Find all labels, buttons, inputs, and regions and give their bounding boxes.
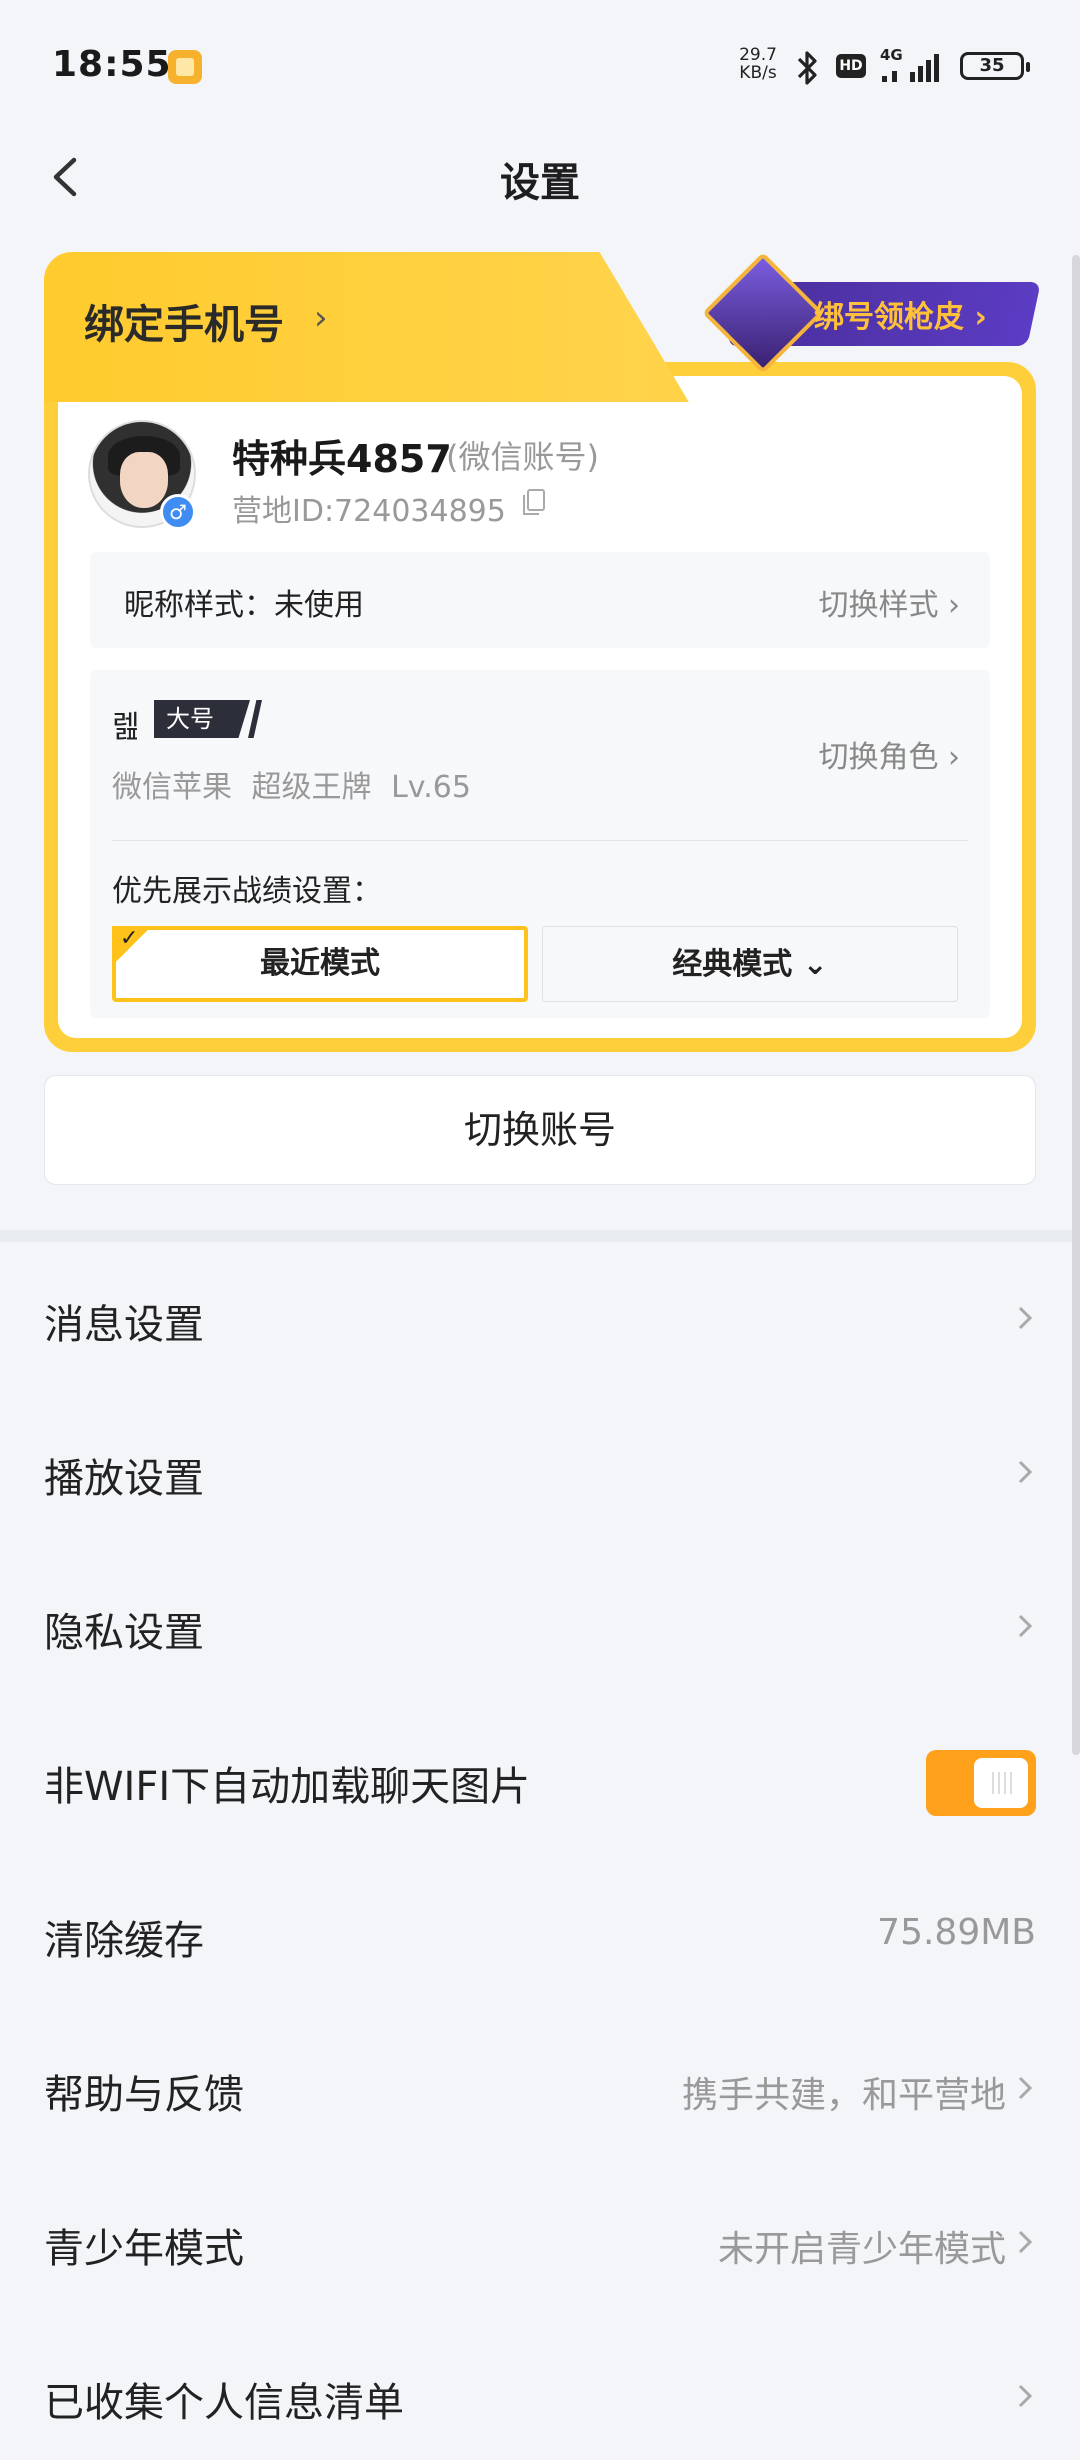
hd-voice-icon: HD	[836, 54, 866, 78]
nickname-style-label: 昵称样式：未使用	[124, 588, 364, 623]
list-item-label: 青少年模式	[44, 2226, 244, 2272]
network-speed-unit: KB/s	[739, 63, 777, 83]
record-pref-label: 优先展示战绩设置：	[112, 874, 382, 909]
chevron-right-icon	[1018, 1614, 1033, 1638]
status-bar: 18:55 29.7 KB/s HD 4G 35	[0, 0, 1080, 140]
promo-label[interactable]: 绑号领枪皮 ›	[814, 292, 987, 336]
switch-role-link[interactable]: 切换角色 ›	[818, 732, 960, 776]
avatar-face	[120, 452, 168, 508]
auto-load-images-toggle[interactable]	[926, 1750, 1036, 1816]
list-item-auto-load-images: 非WIFI下自动加载聊天图片	[0, 1704, 1080, 1858]
status-time: 18:55	[52, 44, 172, 85]
cache-size-value: 75.89MB	[877, 1912, 1036, 1953]
list-item-label: 已收集个人信息清单	[44, 2380, 404, 2426]
chevron-right-icon	[1018, 2076, 1033, 2100]
help-feedback-value: 携手共建，和平营地	[681, 2075, 1006, 2116]
bluetooth-icon	[797, 51, 817, 85]
recent-mode-button[interactable]: ✓ 最近模式	[112, 926, 528, 1002]
page-title: 设置	[500, 160, 580, 206]
role-name: 렖	[112, 710, 140, 745]
divider	[112, 840, 968, 841]
scrollbar[interactable]	[1072, 255, 1080, 1755]
list-item-playback-settings[interactable]: 播放设置	[0, 1396, 1080, 1550]
list-item-clear-cache[interactable]: 清除缓存 75.89MB	[0, 1858, 1080, 2012]
network-speed: 29.7 KB/s	[735, 46, 781, 82]
battery-indicator: 35	[960, 52, 1030, 80]
role-meta: 微信苹果 超级王牌 Lv.65	[112, 770, 471, 805]
copy-icon[interactable]	[522, 488, 546, 516]
user-name: 特种兵4857	[232, 437, 452, 481]
list-item-label: 非WIFI下自动加载聊天图片	[44, 1764, 531, 1810]
chevron-right-icon	[1018, 1460, 1033, 1484]
notification-app-icon	[168, 50, 202, 84]
account-type-label: (微信账号)	[446, 438, 599, 476]
chevron-right-icon: ›	[314, 298, 328, 338]
list-item-message-settings[interactable]: 消息设置	[0, 1242, 1080, 1396]
male-gender-icon: ♂	[160, 494, 196, 530]
list-item-label: 隐私设置	[44, 1610, 204, 1656]
chevron-right-icon	[1018, 2384, 1033, 2408]
list-item-label: 播放设置	[44, 1456, 204, 1502]
youth-mode-value: 未开启青少年模式	[717, 2229, 1006, 2270]
bind-phone-label[interactable]: 绑定手机号	[84, 292, 284, 350]
switch-style-link[interactable]: 切换样式 ›	[818, 580, 960, 624]
network-speed-value: 29.7	[739, 45, 777, 65]
nickname-style-row[interactable]: 昵称样式：未使用 切换样式 ›	[90, 552, 990, 648]
classic-mode-dropdown[interactable]: 经典模式 ⌄	[542, 926, 958, 1002]
list-item-privacy-settings[interactable]: 隐私设置	[0, 1550, 1080, 1704]
section-divider	[0, 1230, 1080, 1242]
camp-id: 营地ID:724034895	[232, 494, 506, 529]
list-item-label: 消息设置	[44, 1302, 204, 1348]
switch-account-button[interactable]: 切换账号	[44, 1075, 1036, 1185]
list-item-label: 清除缓存	[44, 1918, 204, 1964]
list-item-help-feedback[interactable]: 帮助与反馈 携手共建，和平营地	[0, 2012, 1080, 2166]
recent-mode-label: 最近模式	[260, 946, 380, 981]
chevron-right-icon	[1018, 1306, 1033, 1330]
check-icon: ✓	[120, 926, 139, 951]
main-account-tag: 大号	[154, 700, 250, 738]
role-panel: 렖 大号 微信苹果 超级王牌 Lv.65 切换角色 › 优先展示战绩设置： ✓ …	[90, 670, 990, 1018]
list-item-collected-info[interactable]: 已收集个人信息清单	[0, 2320, 1080, 2460]
chevron-right-icon	[1018, 2230, 1033, 2254]
list-item-youth-mode[interactable]: 青少年模式 未开启青少年模式	[0, 2166, 1080, 2320]
toggle-knob	[974, 1758, 1028, 1808]
gun-skin-icon	[702, 252, 824, 374]
signal-icon	[882, 54, 939, 82]
list-item-label: 帮助与反馈	[44, 2072, 244, 2118]
tag-stripe	[248, 700, 262, 738]
